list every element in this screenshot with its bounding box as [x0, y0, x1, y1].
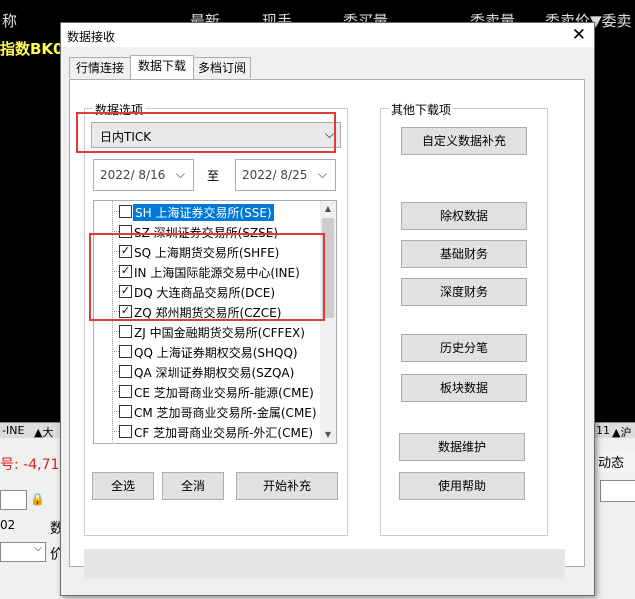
history-ticks-button[interactable]: 历史分笔: [401, 334, 527, 362]
tree-connector-branch: [112, 311, 119, 312]
bg-tab-ine[interactable]: -INE: [2, 424, 24, 437]
data-receive-dialog: 数据接收 ✕ 行情连接 数据下载 多档订阅 数据选项 日内TICK ⌵ 2022…: [60, 22, 595, 596]
data-options-group: 数据选项 日内TICK ⌵ 2022/ 8/16 ⌵ 至 2022/ 8/25 …: [84, 101, 348, 536]
tree-connector-branch: [112, 271, 119, 272]
tree-connector-branch: [112, 211, 119, 212]
basic-finance-button[interactable]: 基础财务: [401, 240, 527, 268]
checkbox-icon[interactable]: [119, 405, 132, 418]
exchange-label: CF 芝加哥商业交易所-外汇(CME): [134, 426, 314, 440]
data-maintenance-button[interactable]: 数据维护: [399, 433, 525, 461]
dialog-titlebar: 数据接收 ✕: [61, 23, 594, 47]
data-options-label: 数据选项: [93, 101, 146, 118]
tree-connector-branch: [112, 331, 119, 332]
date-from-value: 2022/ 8/16: [100, 168, 166, 182]
checkbox-icon[interactable]: [119, 225, 132, 238]
tab-market-connect[interactable]: 行情连接: [69, 57, 131, 78]
checkbox-icon[interactable]: [119, 365, 132, 378]
calendar-dropdown-icon[interactable]: ⌵: [318, 167, 327, 182]
exchange-label: SZ 深圳证券交易所(SZSE): [134, 226, 279, 240]
checkbox-checked-icon[interactable]: ✓: [119, 285, 132, 298]
checkbox-checked-icon[interactable]: ✓: [119, 265, 132, 278]
scroll-down-icon[interactable]: ▼: [320, 427, 336, 443]
ex-rights-data-button[interactable]: 除权数据: [401, 202, 527, 230]
bg-tab-11[interactable]: 11: [596, 424, 610, 437]
tree-connector-branch: [112, 291, 119, 292]
date-to-value: 2022/ 8/25: [242, 168, 308, 182]
tree-connector-branch: [112, 371, 119, 372]
other-downloads-label: 其他下载项: [389, 101, 454, 118]
exchange-label: SH 上海证券交易所(SSE): [133, 204, 274, 221]
checkbox-icon[interactable]: [119, 345, 132, 358]
exchange-label: ZJ 中国金融期货交易所(CFFEX): [134, 326, 305, 340]
tree-connector-branch: [112, 351, 119, 352]
scroll-up-icon[interactable]: ▲: [320, 201, 336, 217]
calendar-dropdown-icon[interactable]: ⌵: [176, 167, 185, 182]
checkbox-icon[interactable]: [119, 205, 132, 218]
sector-data-button[interactable]: 板块数据: [401, 374, 527, 402]
deselect-all-button[interactable]: 全消: [162, 472, 224, 500]
list-scrollbar[interactable]: ▲ ▼: [320, 201, 336, 443]
download-tab-panel: 数据选项 日内TICK ⌵ 2022/ 8/16 ⌵ 至 2022/ 8/25 …: [69, 79, 585, 579]
dialog-title: 数据接收: [67, 30, 116, 44]
exchange-label: QA 深圳证券期权交易(SZQA): [134, 366, 295, 380]
start-fill-button[interactable]: 开始补充: [236, 472, 338, 500]
bg-side-box[interactable]: [600, 480, 635, 502]
checkbox-checked-icon[interactable]: ✓: [119, 305, 132, 318]
exchange-label: QQ 上海证券期权交易(SHQQ): [134, 346, 298, 360]
custom-data-fill-button[interactable]: 自定义数据补充: [401, 127, 527, 155]
exchange-label: IN 上海国际能源交易中心(INE): [134, 266, 300, 280]
tree-connector-branch: [112, 391, 119, 392]
tree-connector-line: [112, 201, 113, 442]
deep-finance-button[interactable]: 深度财务: [401, 278, 527, 306]
tab-multi-level-subscribe[interactable]: 多档订阅: [193, 57, 251, 78]
tree-connector-branch: [112, 431, 119, 432]
tree-connector-branch: [112, 411, 119, 412]
scroll-thumb[interactable]: [322, 218, 334, 318]
checkbox-checked-icon[interactable]: ✓: [119, 245, 132, 258]
date-to-picker[interactable]: 2022/ 8/25 ⌵: [235, 159, 336, 191]
bg-status-text: 号: -4,715: [0, 457, 69, 473]
bg-side-label: 动态: [598, 452, 635, 472]
checkbox-icon[interactable]: [119, 385, 132, 398]
bg-input[interactable]: [0, 490, 27, 510]
exchange-label: ZQ 郑州期货交易所(CZCE): [134, 306, 282, 320]
data-type-select[interactable]: 日内TICK ⌵: [91, 122, 341, 148]
checkbox-icon[interactable]: [119, 325, 132, 338]
bg-field-02: 02: [0, 518, 16, 532]
lock-icon[interactable]: 🔒: [30, 492, 45, 506]
tab-data-download[interactable]: 数据下载: [130, 55, 194, 79]
chevron-down-icon: ⌵: [324, 127, 334, 141]
exchange-label: CE 芝加哥商业交易所-能源(CME): [134, 386, 314, 400]
date-from-picker[interactable]: 2022/ 8/16 ⌵: [93, 159, 194, 191]
exchange-label: CM 芝加哥商业交易所-金属(CME): [134, 406, 317, 420]
bg-select[interactable]: ⌵: [0, 542, 46, 562]
other-downloads-group: 其他下载项 自定义数据补充 除权数据 基础财务 深度财务 历史分笔 板块数据 数…: [380, 101, 548, 536]
dialog-status-bar: [84, 549, 565, 579]
usage-help-button[interactable]: 使用帮助: [399, 472, 525, 500]
exchange-label: DQ 大连商品交易所(DCE): [134, 286, 276, 300]
tree-connector-branch: [112, 251, 119, 252]
header-col-name: 称: [2, 12, 18, 30]
exchange-label: SQ 上海期货交易所(SHFE): [134, 246, 280, 260]
checkbox-icon[interactable]: [119, 425, 132, 438]
exchange-tree-list[interactable]: ▲ ▼ SH 上海证券交易所(SSE) SZ 深圳证券交易所(SZSE) ✓ SQ 上…: [93, 200, 337, 444]
date-to-label: 至: [207, 169, 220, 183]
close-icon[interactable]: ✕: [572, 25, 586, 45]
select-all-button[interactable]: 全选: [92, 472, 154, 500]
tree-connector-branch: [112, 231, 119, 232]
data-type-value: 日内TICK: [100, 130, 152, 144]
